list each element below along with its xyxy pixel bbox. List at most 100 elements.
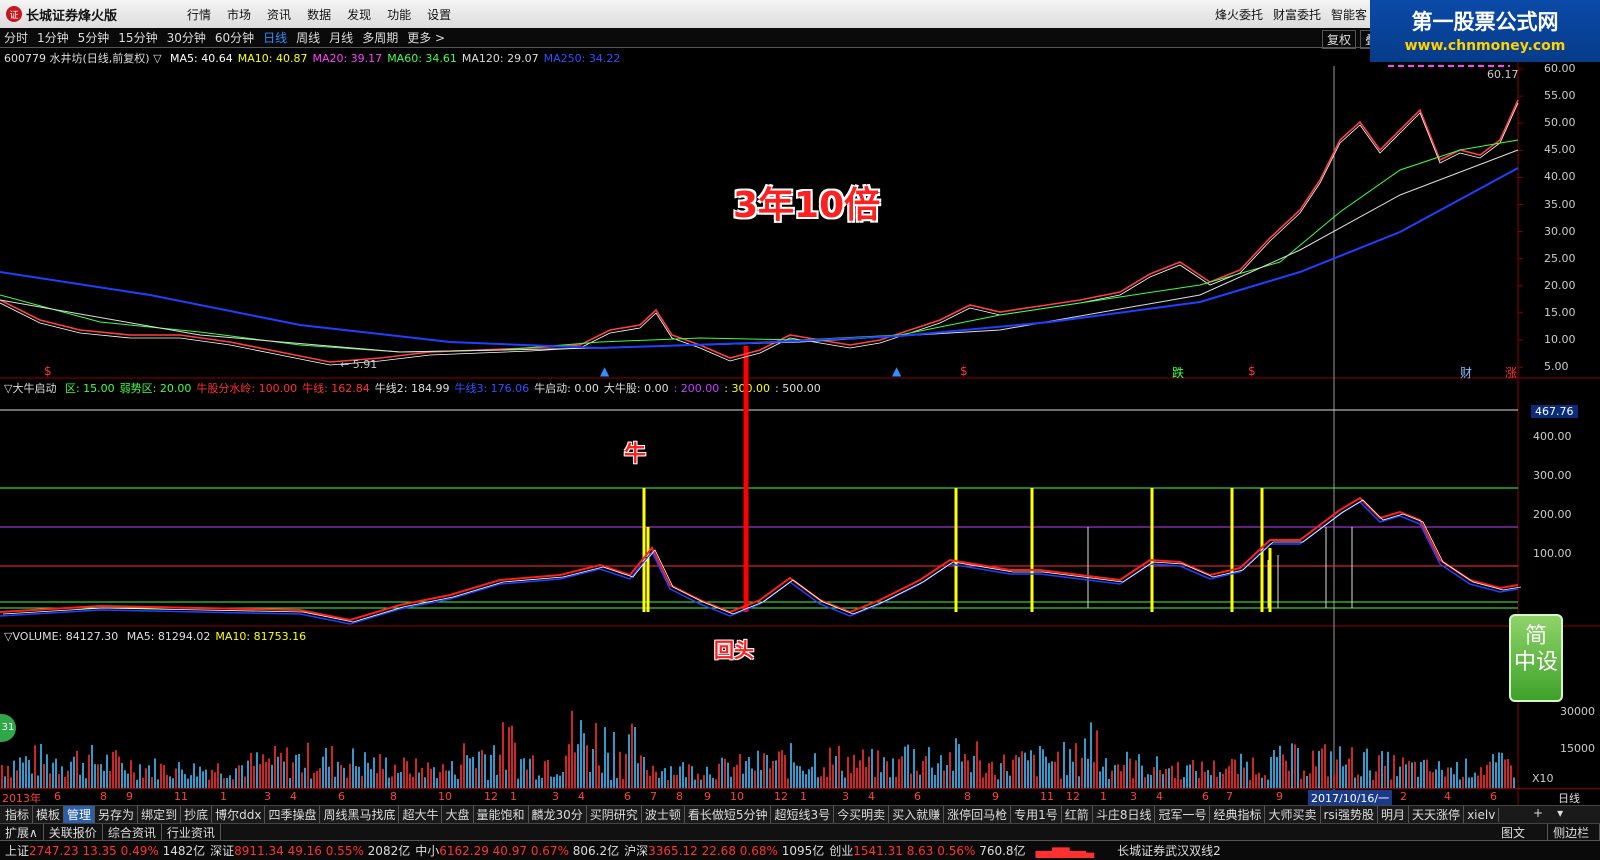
index-pct: 0.49%	[120, 844, 163, 858]
date-label: 1	[1100, 790, 1107, 803]
index-amount: 1095亿	[781, 844, 825, 858]
signal-marker: $	[1248, 364, 1256, 378]
date-axis-period[interactable]: 日线	[1558, 790, 1580, 806]
indicator-tab-10[interactable]: 大盘	[442, 806, 474, 823]
indicator-tab-27[interactable]: 明月	[1378, 806, 1410, 823]
indicator-tab-13[interactable]: 买阴研究	[587, 806, 642, 823]
bull-line-2	[2, 499, 1522, 623]
tabs-menu-button[interactable]: ▾	[1554, 806, 1566, 820]
float-assistant-label-1: 简	[1524, 624, 1547, 649]
date-label: 12	[484, 790, 498, 803]
index-value: 3365.12	[648, 844, 702, 858]
index-pct: 0.67%	[530, 844, 573, 858]
index-quote[interactable]: 深证8911.34 49.16 0.55% 2082亿	[210, 842, 410, 859]
indicator-tab-1[interactable]: 模板	[33, 806, 65, 823]
indicator-tab-20[interactable]: 专用1号	[1011, 806, 1062, 823]
price-axis-label: 5.00	[1544, 360, 1569, 374]
index-change: 13.35	[82, 844, 121, 858]
subtab-0[interactable]: 扩展∧	[0, 823, 44, 841]
index-quote[interactable]: 沪深3365.12 22.68 0.68% 1095亿	[624, 842, 824, 859]
price-axis-label: 35.00	[1544, 197, 1576, 211]
indicator-tab-6[interactable]: 博尔ddx	[212, 806, 266, 823]
date-label: 1	[220, 790, 227, 803]
annotation-bull: 牛	[624, 442, 647, 467]
indicator-tab-12[interactable]: 麟龙30分	[529, 806, 587, 823]
date-label: 2017/10/16/一	[1308, 790, 1393, 806]
indicator-tab-26[interactable]: rsi强势股	[1321, 806, 1379, 823]
date-label: 7	[1226, 790, 1233, 803]
index-pct: 0.68%	[739, 844, 782, 858]
index-change: 8.63	[906, 844, 938, 858]
date-label: 4	[1156, 790, 1163, 803]
indicator-tab-24[interactable]: 经典指标	[1210, 806, 1266, 823]
indicator-tabs: 指标 模板 管理 另存为 绑定到 抄底 博尔ddx 四季操盘 周线黑马找底 超大牛 大盘 量能饱和 麟龙…	[0, 805, 1600, 823]
date-label: 8	[676, 790, 683, 803]
index-value: 1541.31	[853, 844, 907, 858]
indicator-tab-3[interactable]: 另存为	[95, 806, 139, 823]
indicator-tab-17[interactable]: 今买明卖	[834, 806, 890, 823]
indicator-tab-29[interactable]: xielv	[1464, 807, 1500, 822]
index-name: 创业	[829, 844, 854, 858]
date-label: 12	[774, 790, 788, 803]
indicator-tab-9[interactable]: 超大牛	[399, 806, 443, 823]
index-value: 2747.23	[29, 844, 83, 858]
index-amount: 806.2亿	[572, 844, 620, 858]
ma60-line	[0, 139, 1519, 353]
ma5-line	[0, 102, 1519, 366]
add-tab-button[interactable]: +	[1530, 806, 1546, 820]
index-quote[interactable]: 上证2747.23 13.35 0.49% 1482亿	[5, 842, 205, 859]
indicator-tab-23[interactable]: 冠军一号	[1155, 806, 1211, 823]
float-assistant-button[interactable]: 简 中设	[1509, 614, 1563, 702]
volume-bars	[1, 710, 1515, 788]
stock-chart[interactable]	[0, 0, 1600, 860]
subtab-1[interactable]: 关联报价	[44, 823, 103, 841]
date-label: 6	[914, 790, 921, 803]
indicator-tab-22[interactable]: 斗庄8日线	[1093, 806, 1156, 823]
date-label: 8	[390, 790, 397, 803]
date-label: 4	[290, 790, 297, 803]
index-amount: 2082亿	[367, 844, 411, 858]
subtab-2[interactable]: 综合资讯	[103, 823, 162, 841]
subtab-3[interactable]: 行业资讯	[162, 823, 221, 841]
date-label: 6	[338, 790, 345, 803]
indicator-tab-15[interactable]: 看长做短5分钟	[685, 806, 772, 823]
indicator-tab-28[interactable]: 天天涨停	[1409, 806, 1465, 823]
signal-marker: $	[44, 364, 52, 378]
date-label: 3	[552, 790, 559, 803]
date-label: 10	[730, 790, 744, 803]
indicator-tab-14[interactable]: 波士顿	[642, 806, 685, 823]
date-label: 6	[1202, 790, 1209, 803]
indicator-tab-2[interactable]: 管理	[64, 806, 96, 823]
index-quote[interactable]: 中小6162.29 40.97 0.67% 806.2亿	[415, 842, 619, 859]
watermark-banner: 第一股票公式网 www.chnmoney.com	[1370, 0, 1600, 62]
indicator-tab-21[interactable]: 红箭	[1062, 806, 1093, 823]
indicator-tab-0[interactable]: 指标	[2, 806, 34, 823]
date-label: 3	[264, 790, 271, 803]
volume-axis-30000: 30000	[1560, 705, 1595, 718]
index-quote[interactable]: 创业1541.31 8.63 0.56% 760.8亿	[829, 842, 1025, 859]
price-axis-label: 15.00	[1544, 305, 1576, 319]
indicator-tab-18[interactable]: 买入就赚	[889, 806, 945, 823]
index-change: 40.97	[492, 844, 531, 858]
price-axis-label: 55.00	[1544, 89, 1576, 103]
index-name: 上证	[5, 844, 30, 858]
indicator-tab-16[interactable]: 超短线3号	[771, 806, 835, 823]
date-label: 7	[650, 790, 657, 803]
price-axis-label: 45.00	[1544, 143, 1576, 157]
indicator-tab-11[interactable]: 量能饱和	[474, 806, 529, 823]
indicator-tab-5[interactable]: 抄底	[181, 806, 213, 823]
indicator-axis-label: 100.00	[1533, 547, 1572, 560]
date-label: 9	[704, 790, 711, 803]
signal-marker: 涨	[1505, 366, 1518, 380]
date-label: 9	[126, 790, 133, 803]
indicator-tab-8[interactable]: 周线黑马找底	[320, 806, 400, 823]
indicator-tab-25[interactable]: 大师买卖	[1265, 806, 1321, 823]
indicator-tab-7[interactable]: 四季操盘	[265, 806, 321, 823]
date-label: 2013年	[2, 792, 41, 805]
sub-tabs: 扩展∧关联报价综合资讯行业资讯图文F10侧边栏 ▾	[0, 823, 1600, 855]
date-label: 6	[624, 790, 631, 803]
indicator-tab-19[interactable]: 涨停回马枪	[944, 806, 1012, 823]
date-label: 4	[868, 790, 875, 803]
indicator-tab-4[interactable]: 绑定到	[138, 806, 182, 823]
indicator-axis-label: 200.00	[1533, 508, 1572, 521]
